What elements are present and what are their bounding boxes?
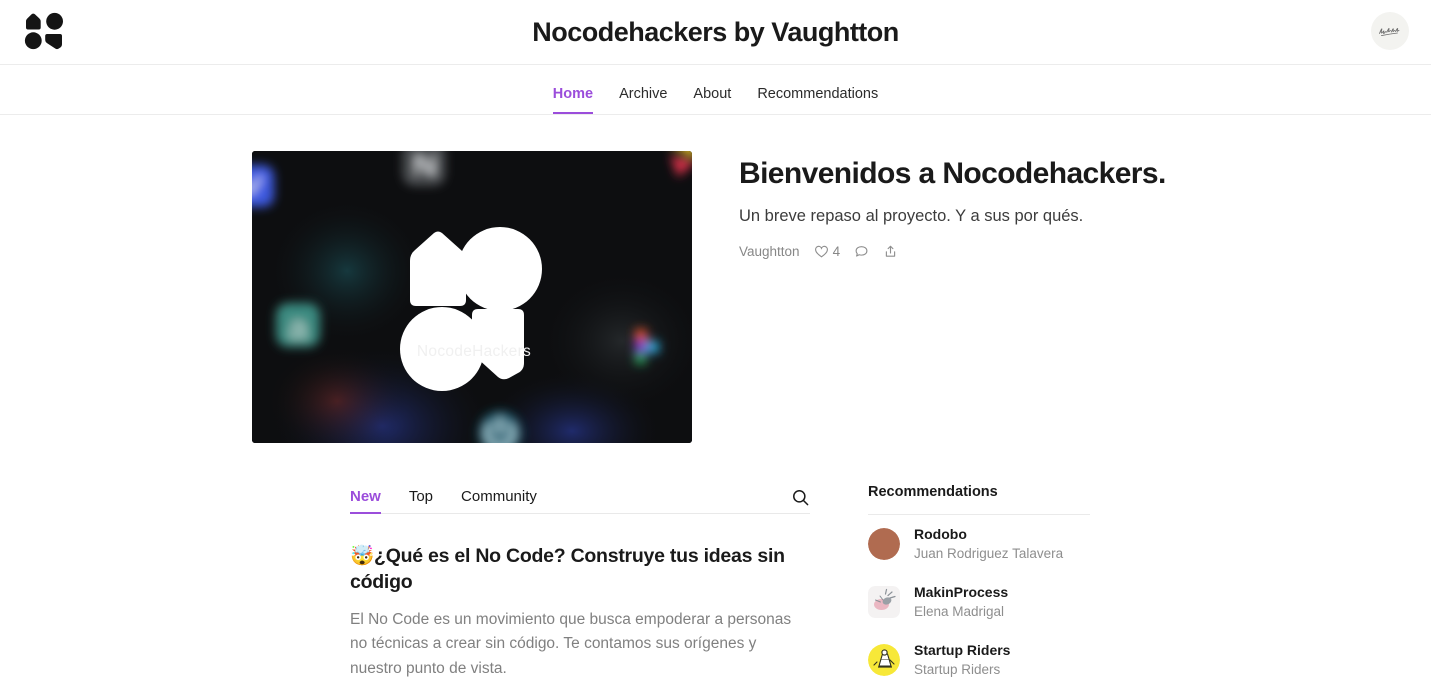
recommendation-name: MakinProcess xyxy=(914,584,1009,601)
list-item[interactable]: Rodobo Juan Rodriguez Talavera xyxy=(868,515,1090,573)
featured-post-thumbnail[interactable]: a NocodeHackers xyxy=(252,151,692,443)
list-item: 🤯¿Qué es el No Code? Construye tus ideas… xyxy=(350,514,810,693)
recommendations-heading: Recommendations xyxy=(868,484,1090,515)
avatar[interactable] xyxy=(1371,12,1409,50)
featured-post-like-count: 4 xyxy=(832,244,841,260)
featured-post-comment[interactable] xyxy=(854,244,869,259)
comment-icon xyxy=(855,246,868,257)
share-icon xyxy=(885,245,896,257)
recommendations-panel: Recommendations Rodobo Juan Rodriguez Ta… xyxy=(868,478,1090,693)
rodobo-avatar-icon xyxy=(868,528,900,561)
primary-nav: Home Archive About Recommendations xyxy=(0,65,1431,115)
tab-new[interactable]: New xyxy=(350,489,381,514)
post-emoji-icon: 🤯 xyxy=(350,545,375,567)
featured-post-share[interactable] xyxy=(883,244,898,259)
feed-tabs: New Top Community xyxy=(350,478,810,514)
tab-community[interactable]: Community xyxy=(461,489,537,513)
featured-post-meta: Vaughtton 4 xyxy=(739,244,1166,259)
lower-section: New Top Community 🤯¿Qué es el No Code? C… xyxy=(0,478,1431,693)
featured-post-title[interactable]: Bienvenidos a Nocodehackers. xyxy=(739,156,1166,192)
tab-top[interactable]: Top xyxy=(409,489,433,513)
heart-icon xyxy=(814,246,828,258)
recommendation-author: Juan Rodriguez Talavera xyxy=(914,545,1064,561)
featured-post: a NocodeHackers Bienvenidos a Nocodehack… xyxy=(0,151,1431,443)
list-item[interactable]: Startup Riders Startup Riders xyxy=(868,631,1090,689)
featured-post-like[interactable]: 4 xyxy=(814,244,841,260)
recommendation-author: Startup Riders xyxy=(914,661,1001,677)
featured-post-subtitle: Un breve repaso al proyecto. Y a sus por… xyxy=(739,207,1084,225)
featured-post-body: Bienvenidos a Nocodehackers. Un breve re… xyxy=(739,151,1166,259)
post-title[interactable]: 🤯¿Qué es el No Code? Construye tus ideas… xyxy=(350,544,810,596)
search-button[interactable] xyxy=(791,488,810,513)
site-header: Nocodehackers by Vaughtton xyxy=(0,0,1431,65)
svg-text:a: a xyxy=(289,309,308,347)
nav-item-home[interactable]: Home xyxy=(552,86,594,115)
page-title: Nocodehackers by Vaughtton xyxy=(532,16,899,47)
recommendation-author: Elena Madrigal xyxy=(914,603,1005,619)
makinprocess-avatar-icon xyxy=(868,586,900,619)
post-subtitle: El No Code es un movimiento que busca em… xyxy=(350,610,792,677)
recommendation-name: Startup Riders xyxy=(914,642,1011,659)
featured-post-author[interactable]: Vaughtton xyxy=(739,244,800,259)
nocodehackers-logo-icon[interactable] xyxy=(24,11,64,51)
user-avatar-signature-icon xyxy=(1379,28,1400,37)
page-content: a NocodeHackers Bienvenidos a Nocodehack… xyxy=(0,151,1431,693)
list-item[interactable]: MakinProcess Elena Madrigal xyxy=(868,573,1090,631)
post-title-text: ¿Qué es el No Code? Construye tus ideas … xyxy=(350,545,785,593)
nav-item-archive[interactable]: Archive xyxy=(619,86,667,115)
recommendation-name: Rodobo xyxy=(914,526,967,542)
startup-riders-avatar-icon xyxy=(868,644,900,677)
nav-item-about[interactable]: About xyxy=(693,86,731,115)
post-feed: New Top Community 🤯¿Qué es el No Code? C… xyxy=(350,478,810,693)
nav-item-recommendations[interactable]: Recommendations xyxy=(757,86,878,115)
thumbnail-caption: NocodeHackers xyxy=(417,343,531,360)
search-icon xyxy=(793,490,809,506)
